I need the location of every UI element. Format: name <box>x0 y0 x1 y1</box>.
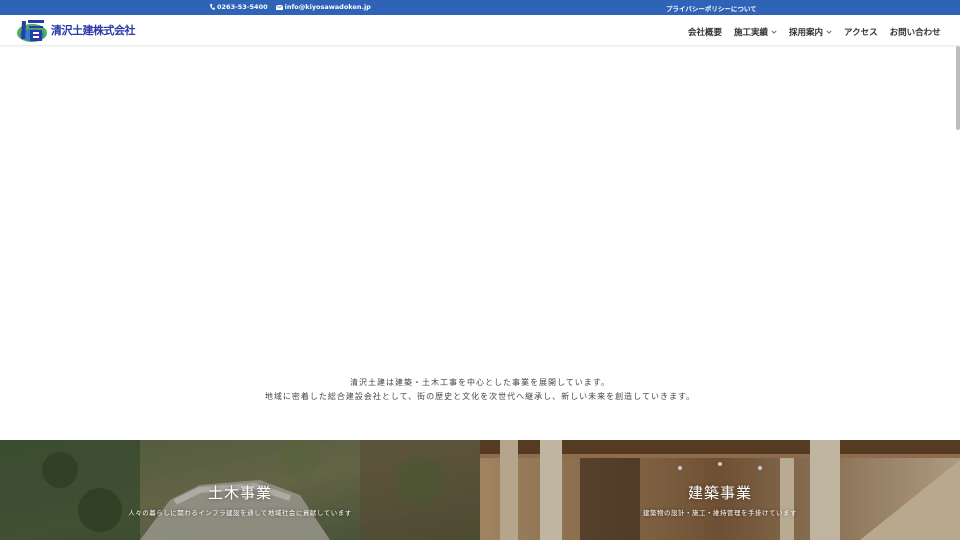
tile-description: 人々の暮らしに関わるインフラ建設を通して地域社会に貢献しています <box>128 509 352 517</box>
site-header: 清沢土建株式会社 会社概要 施工実績 採用案内 アクセス お問い合わせ <box>0 15 960 46</box>
civil-engineering-tile[interactable]: 土木事業 人々の暮らしに関わるインフラ建設を通して地域社会に貢献しています <box>0 440 480 540</box>
site-logo[interactable]: 清沢土建株式会社 <box>16 17 136 43</box>
nav-item-works[interactable]: 施工実績 <box>734 26 777 38</box>
nav-item-contact[interactable]: お問い合わせ <box>890 26 941 38</box>
nav-item-company[interactable]: 会社概要 <box>688 26 722 38</box>
mail-icon <box>275 4 283 10</box>
chevron-down-icon <box>771 30 777 34</box>
chevron-down-icon <box>826 30 832 34</box>
top-bar: 0263-53-5400 info@kiyosawadoken.jp プライバシ… <box>0 0 960 15</box>
nav-label: 会社概要 <box>688 28 723 38</box>
nav-item-recruit[interactable]: 採用案内 <box>789 26 832 38</box>
nav-label: 採用案内 <box>789 28 824 38</box>
intro-line-1: 清沢土建は建築・土木工事を中心とした事業を展開しています。 <box>350 378 610 387</box>
tile-title: 建築事業 <box>687 484 752 502</box>
privacy-policy-link[interactable]: プライバシーポリシーについて <box>666 3 757 13</box>
email-link[interactable]: info@kiyosawadoken.jp <box>275 3 371 11</box>
contact-info: 0263-53-5400 info@kiyosawadoken.jp <box>210 3 371 11</box>
nav-label: 施工実績 <box>734 28 769 38</box>
tile-description: 建築物の設計・施工・維持管理を手掛けています <box>643 509 797 517</box>
phone-link[interactable]: 0263-53-5400 <box>210 3 268 11</box>
phone-icon <box>210 4 215 10</box>
logo-mark-icon <box>17 20 47 42</box>
nav-label: お問い合わせ <box>889 28 941 38</box>
nav-item-access[interactable]: アクセス <box>844 26 878 38</box>
logo-text: 清沢土建株式会社 <box>51 24 136 37</box>
nav-label: アクセス <box>844 28 878 38</box>
intro-text: 清沢土建は建築・土木工事を中心とした事業を展開しています。 地域に密着した総合建… <box>0 376 960 404</box>
email-address: info@kiyosawadoken.jp <box>284 3 371 11</box>
intro-line-2: 地域に密着した総合建設会社として、街の歴史と文化を次世代へ継承し、新しい未来を創… <box>264 392 696 401</box>
architecture-tile[interactable]: 建築事業 建築物の設計・施工・維持管理を手掛けています <box>480 440 960 540</box>
main-nav: 会社概要 施工実績 採用案内 アクセス お問い合わせ <box>688 26 941 38</box>
phone-number: 0263-53-5400 <box>217 3 268 11</box>
tile-title: 土木事業 <box>207 484 272 502</box>
page-scrollbar[interactable] <box>956 46 960 130</box>
